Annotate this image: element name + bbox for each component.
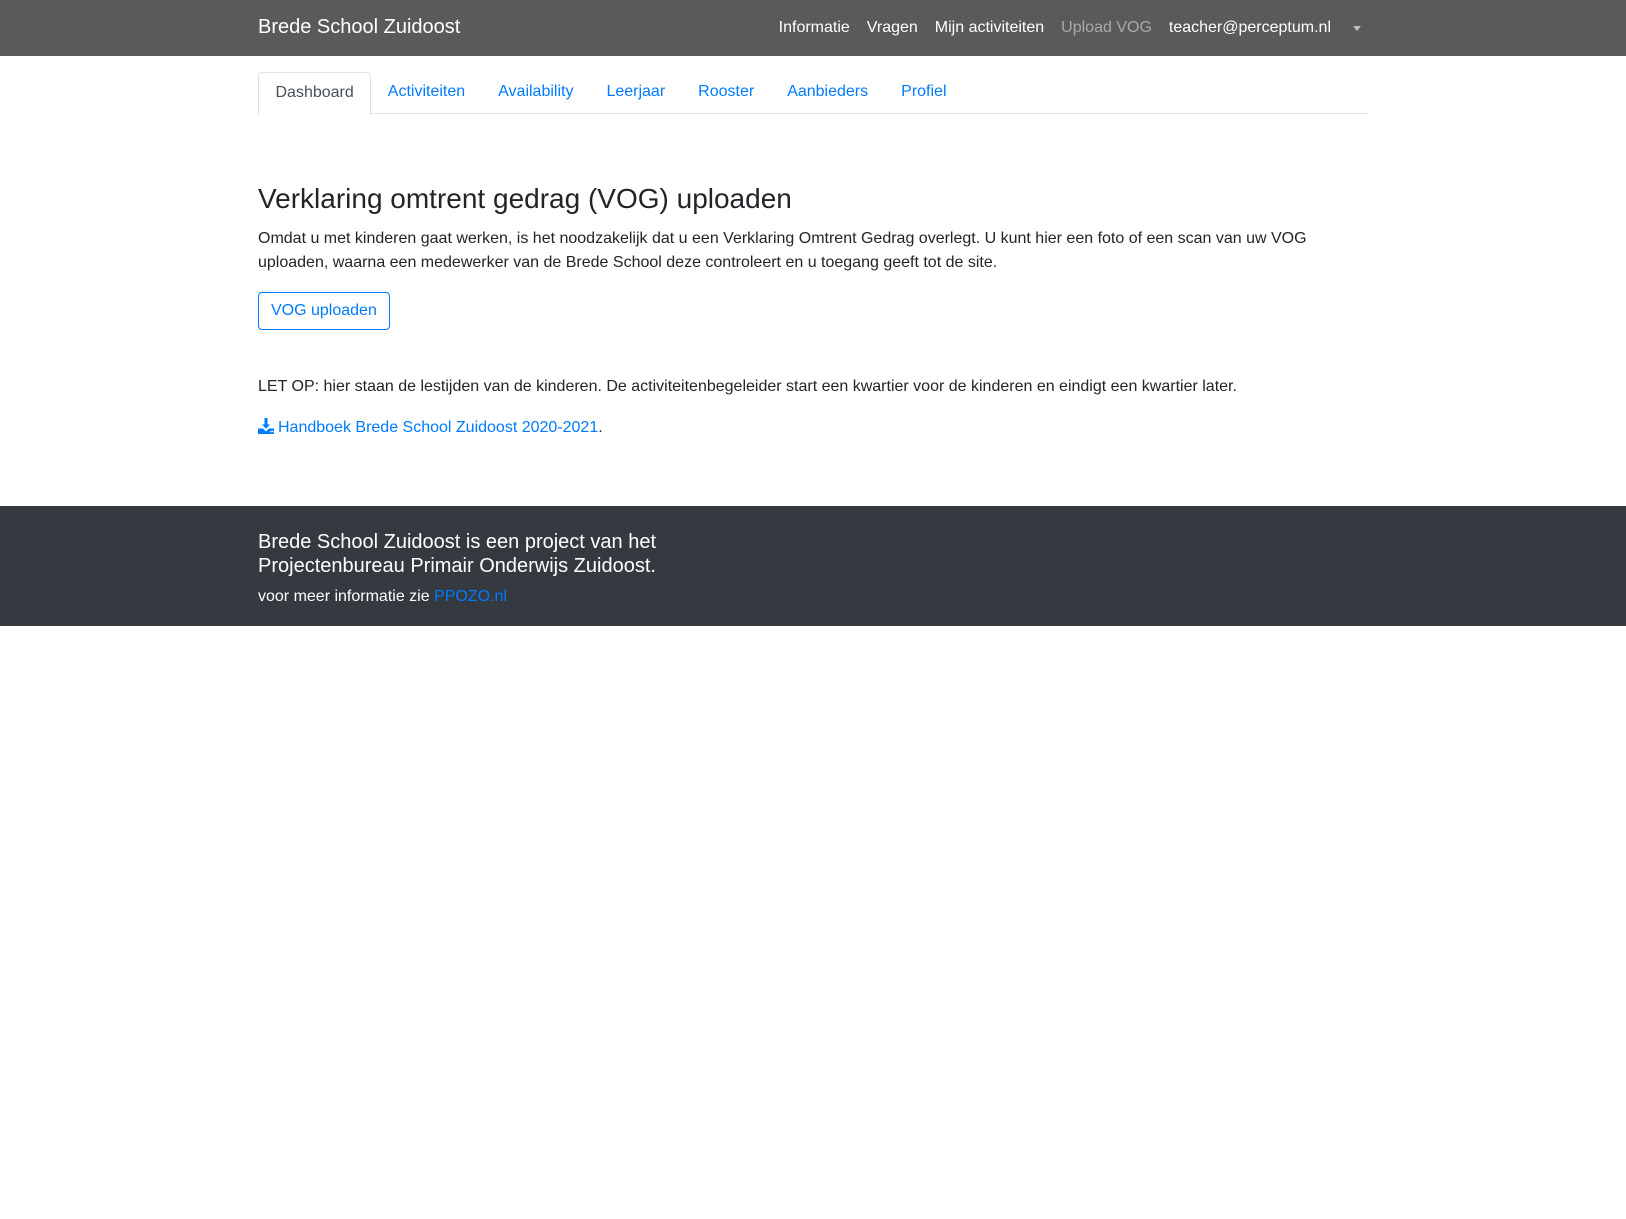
page-title: Verklaring omtrent gedrag (VOG) uploaden xyxy=(258,183,792,214)
ppozo-link[interactable]: PPOZO.nl xyxy=(434,588,507,605)
footer-line-2: Projectenbureau Primair Onderwijs Zuidoo… xyxy=(258,555,656,577)
nav-mijn-activiteiten[interactable]: Mijn activiteiten xyxy=(935,19,1044,37)
footer: Brede School Zuidoost is een project van… xyxy=(0,506,1626,626)
download-icon xyxy=(258,418,274,434)
tab-profiel[interactable]: Profiel xyxy=(885,72,963,113)
navbar: Brede School Zuidoost Informatie Vragen … xyxy=(0,0,1626,56)
tab-dashboard[interactable]: Dashboard xyxy=(258,72,372,115)
tab-availability[interactable]: Availability xyxy=(482,72,590,113)
tab-aanbieders[interactable]: Aanbieders xyxy=(771,72,885,113)
tab-leerjaar[interactable]: Leerjaar xyxy=(590,72,682,113)
brand-link[interactable]: Brede School Zuidoost xyxy=(258,16,460,39)
navbar-links: Informatie Vragen Mijn activiteiten Uplo… xyxy=(762,0,1368,56)
footer-title: Brede School Zuidoost is een project van… xyxy=(258,530,656,578)
chevron-down-icon[interactable] xyxy=(1353,25,1361,31)
handbook-link[interactable]: Handboek Brede School Zuidoost 2020-2021 xyxy=(258,418,599,436)
nav-informatie[interactable]: Informatie xyxy=(779,19,850,37)
nav-upload-vog[interactable]: Upload VOG xyxy=(1061,19,1152,37)
tab-bar: Dashboard Activiteiten Availability Leer… xyxy=(258,72,1368,115)
nav-vragen[interactable]: Vragen xyxy=(867,19,918,37)
footer-more-info: voor meer informatie zie PPOZO.nl xyxy=(258,588,507,606)
handbook-suffix: . xyxy=(598,419,603,436)
footer-more-prefix: voor meer informatie zie xyxy=(258,588,435,605)
tab-rooster[interactable]: Rooster xyxy=(682,72,771,113)
tab-activiteiten[interactable]: Activiteiten xyxy=(371,72,481,113)
nav-user-email[interactable]: teacher@perceptum.nl xyxy=(1169,19,1331,37)
vog-upload-button[interactable]: VOG uploaden xyxy=(258,292,390,330)
note-text: LET OP: hier staan de lestijden van de k… xyxy=(258,378,1237,395)
footer-line-1: Brede School Zuidoost is een project van… xyxy=(258,531,657,553)
handbook-line: Handboek Brede School Zuidoost 2020-2021… xyxy=(258,418,603,437)
handbook-link-label: Handboek Brede School Zuidoost 2020-2021 xyxy=(278,419,599,436)
intro-text: Omdat u met kinderen gaat werken, is het… xyxy=(258,230,1307,271)
